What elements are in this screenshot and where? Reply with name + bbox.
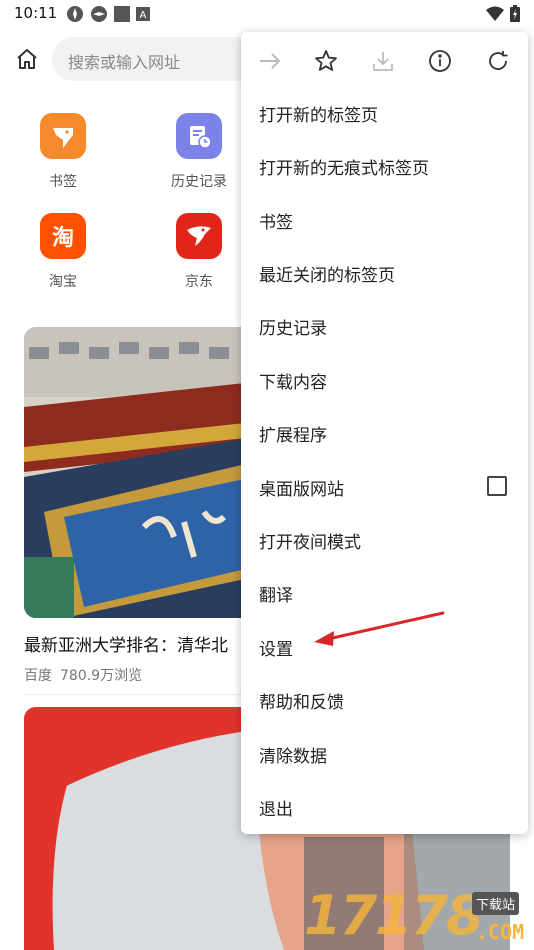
feed-image-tsinghua-gate[interactable] [24,327,254,618]
feed-meta: 百度 780.9万浏览 [24,665,142,685]
shortcut-label: 历史记录 [171,174,227,190]
shortcut-taobao[interactable]: 淘 淘宝 [18,213,108,291]
menu-item-help-feedback[interactable]: 帮助和反馈 [241,673,528,726]
feed-source: 百度 [24,668,52,684]
download-icon [373,52,393,71]
app-notification-icon [91,6,107,22]
watermark: 17178 下载站 .COM [300,880,534,950]
watermark-domain: .COM [476,920,525,944]
watermark-tag: 下载站 [472,892,520,915]
search-placeholder: 搜索或输入网址 [68,53,181,72]
menu-item-desktop-site[interactable]: 桌面版网站 [241,460,528,513]
refresh-button[interactable] [483,46,513,76]
history-clock-icon [176,113,222,159]
feed-views: 780.9万浏览 [60,668,143,684]
star-icon [315,50,337,71]
notification-icons: A [66,5,150,23]
desktop-site-checkbox[interactable] [487,476,507,496]
svg-text:A: A [140,10,147,21]
info-icon [429,50,451,72]
watermark-digits: 17178 [304,884,484,947]
square-notification-icon [114,6,130,22]
feed-title[interactable]: 最新亚洲大学排名：清华北 [24,631,254,656]
battery-icon [510,5,520,22]
menu-item-label: 翻译 [259,586,293,606]
menu-item-label: 打开新的标签页 [259,106,378,126]
home-icon [17,49,37,69]
wifi-icon [486,6,504,21]
shortcut-label: 淘宝 [49,274,77,290]
a-notification-icon: A [136,7,150,21]
app-notification-icon [67,6,83,22]
overflow-menu: 打开新的标签页 打开新的无痕式标签页 书签 最近关闭的标签页 历史记录 下载内容… [241,32,528,834]
menu-item-recent-tabs[interactable]: 最近关闭的标签页 [241,246,528,299]
menu-item-night-mode[interactable]: 打开夜间模式 [241,513,528,566]
menu-item-label: 打开夜间模式 [259,533,361,553]
menu-item-exit[interactable]: 退出 [241,780,528,833]
menu-toolbar [241,32,528,88]
menu-item-label: 退出 [259,800,293,820]
menu-item-history[interactable]: 历史记录 [241,299,528,352]
refresh-icon [489,51,508,70]
system-icons [486,5,520,22]
menu-item-label: 打开新的无痕式标签页 [259,159,429,179]
forward-button[interactable] [255,46,285,76]
status-time: 10:11 [14,4,58,22]
bookmark-bird-icon [40,113,86,159]
menu-item-label: 书签 [259,213,293,233]
menu-item-label: 清除数据 [259,747,327,767]
shortcut-history[interactable]: 历史记录 [154,113,244,191]
bookmark-star-button[interactable] [311,46,341,76]
status-bar: 10:11 A [0,0,534,28]
menu-item-label: 历史记录 [259,319,327,339]
menu-item-new-incognito-tab[interactable]: 打开新的无痕式标签页 [241,139,528,192]
download-button[interactable] [368,46,398,76]
jd-dog-icon [176,213,222,259]
shortcut-jd[interactable]: 京东 [154,213,244,291]
menu-item-new-tab[interactable]: 打开新的标签页 [241,86,528,139]
menu-item-downloads[interactable]: 下载内容 [241,353,528,406]
menu-item-label: 下载内容 [259,373,327,393]
page-info-button[interactable] [425,46,455,76]
menu-item-clear-data[interactable]: 清除数据 [241,727,528,780]
taobao-icon: 淘 [40,213,86,259]
menu-item-bookmarks[interactable]: 书签 [241,193,528,246]
shortcut-label: 书签 [49,174,77,190]
forward-icon [260,53,281,69]
menu-item-label: 设置 [259,640,293,660]
shortcut-bookmarks[interactable]: 书签 [18,113,108,191]
annotation-arrow-icon [314,611,445,646]
divider [24,694,254,695]
menu-item-label: 帮助和反馈 [259,693,344,713]
menu-item-extensions[interactable]: 扩展程序 [241,406,528,459]
shortcut-label: 京东 [185,274,213,290]
menu-item-label: 扩展程序 [259,426,327,446]
menu-item-label: 最近关闭的标签页 [259,266,395,286]
menu-item-label: 桌面版网站 [259,480,344,500]
home-button[interactable] [12,44,42,74]
